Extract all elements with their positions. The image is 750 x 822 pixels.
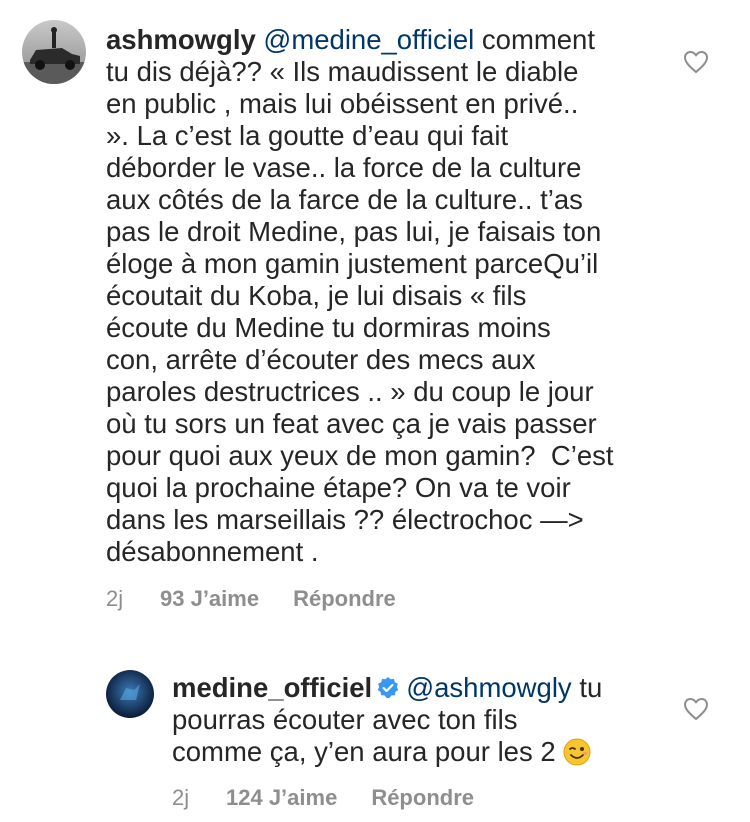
comment-body: comment tu dis déjà?? « Ils maudissent l… (106, 24, 614, 567)
reply-text: medine_officiel @ashmowgly tu pourras éco… (172, 672, 672, 768)
winking-face-icon (563, 738, 591, 766)
comment-mention[interactable]: @medine_officiel (263, 24, 474, 55)
likes-count-link[interactable]: 124 J’aime (226, 785, 337, 811)
comment-meta: 2j 124 J’aime Répondre (172, 785, 474, 811)
likes-count-link[interactable]: 93 J’aime (160, 586, 259, 612)
car-silhouette-avatar-icon (22, 20, 86, 84)
avatar[interactable] (22, 20, 86, 84)
heart-icon[interactable] (683, 697, 709, 721)
heart-icon[interactable] (683, 50, 709, 74)
comment-username[interactable]: ashmowgly (106, 24, 256, 55)
comment-time: 2j (106, 586, 124, 611)
avatar[interactable] (106, 670, 154, 718)
comment-username[interactable]: medine_officiel (172, 672, 372, 703)
comment-text: ashmowgly @medine_officiel comment tu di… (106, 24, 706, 568)
comment-time: 2j (172, 785, 190, 810)
reply-button[interactable]: Répondre (293, 586, 396, 612)
reply-button[interactable]: Répondre (371, 785, 474, 811)
comment-meta: 2j 93 J’aime Répondre (106, 586, 396, 612)
verified-badge-icon (377, 677, 399, 698)
blue-profile-avatar-icon (106, 670, 154, 718)
comment-mention[interactable]: @ashmowgly (406, 672, 571, 703)
